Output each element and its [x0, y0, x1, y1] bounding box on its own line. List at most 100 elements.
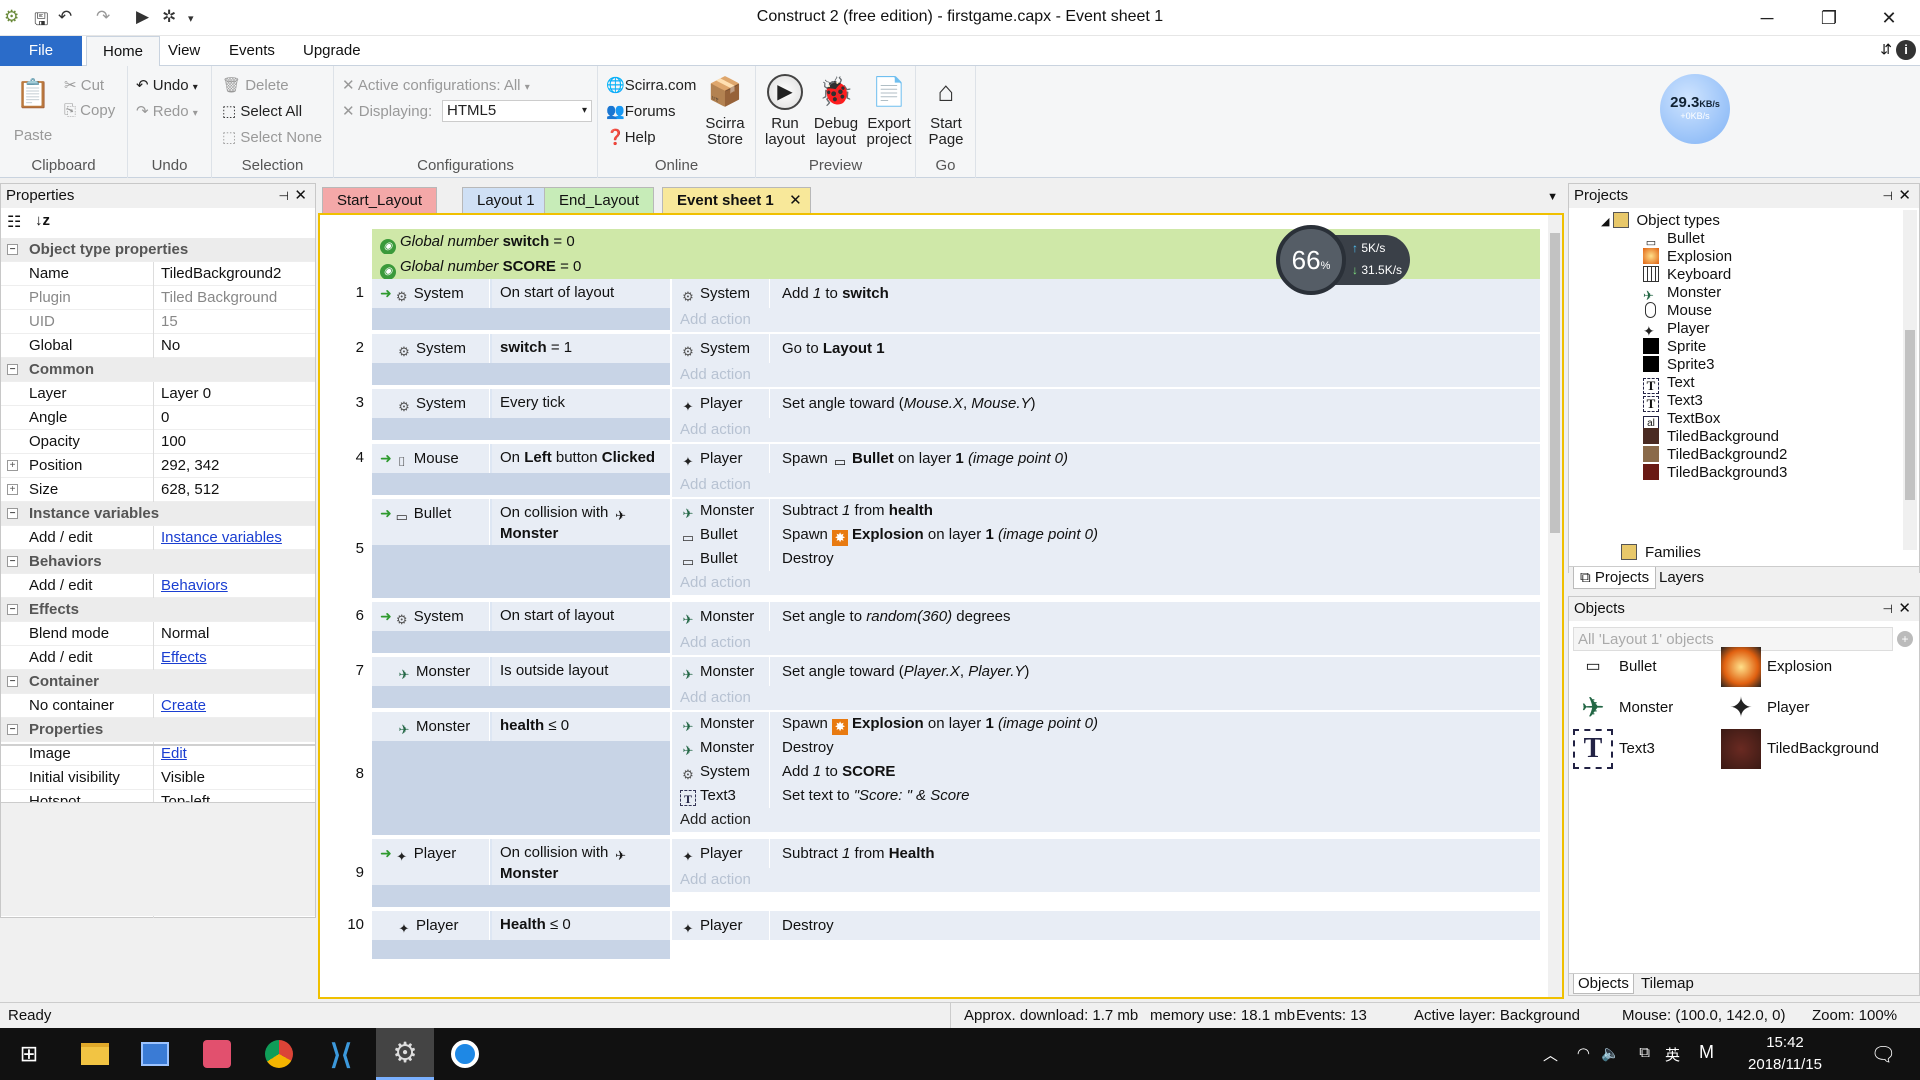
action-row[interactable]: ✈ Monster Destroy	[672, 736, 1540, 760]
scirra-link[interactable]: 🌐Scirra.com	[606, 76, 696, 94]
tray-expand-icon[interactable]: ︿	[1543, 1044, 1558, 1065]
property-value[interactable]: Behaviors	[161, 574, 228, 598]
scroll-thumb[interactable]	[1905, 330, 1915, 500]
collapse-icon[interactable]: −	[7, 604, 18, 615]
scirra-store-button[interactable]: 📦 Scirra Store	[700, 72, 750, 148]
property-value[interactable]: Create	[161, 694, 206, 718]
event-block[interactable]: 6 ➜ ⚙ System On start of layout ✈ Monster Set a…	[320, 602, 1540, 655]
property-row[interactable]: Add / edit Behaviors	[1, 574, 315, 598]
clock-time[interactable]: 15:42	[1740, 1034, 1830, 1051]
condition-row[interactable]: ⚙ System switch = 1	[372, 334, 670, 363]
event-block[interactable]: 2 ⚙ System switch = 1 ⚙ System Go to Layout 1 A…	[320, 334, 1540, 387]
info-icon[interactable]: i	[1896, 40, 1916, 60]
object-type-item[interactable]: TiledBackground3	[1643, 462, 1787, 484]
families-folder[interactable]: Families	[1621, 542, 1701, 564]
action-row[interactable]: ✦ Player Set angle toward (Mouse.X, Mouse.…	[672, 389, 1540, 418]
property-category[interactable]: − Common	[1, 358, 315, 382]
close-icon[interactable]: ✕	[1898, 597, 1911, 621]
tab-tilemap[interactable]: Tilemap	[1637, 974, 1698, 994]
object-item[interactable]: TiledBackground	[1721, 729, 1879, 770]
collapse-icon[interactable]: −	[7, 556, 18, 567]
add-object-icon[interactable]: +	[1897, 631, 1913, 647]
tab-upgrade[interactable]: Upgrade	[287, 36, 377, 66]
notification-icon[interactable]: 🗨	[1871, 1042, 1896, 1067]
collapse-icon[interactable]: −	[7, 676, 18, 687]
close-icon[interactable]: ✕	[1898, 184, 1911, 208]
property-row[interactable]: No container Create	[1, 694, 315, 718]
tab-list-icon[interactable]: ▼	[1547, 191, 1558, 203]
pin-icon[interactable]: ⊣	[1883, 597, 1893, 621]
event-block[interactable]: 9 ➜ ✦ Player On collision with ✈ Monster ✦ Play…	[320, 839, 1540, 909]
action-row[interactable]: ✦ Player Destroy	[672, 911, 1540, 940]
action-row[interactable]: ▭ Bullet Destroy	[672, 547, 1540, 571]
paste-button[interactable]: 📋 Paste	[8, 74, 58, 144]
condition-row[interactable]: ✈ Monster Is outside layout	[372, 657, 670, 686]
property-row[interactable]: Add / edit Effects	[1, 646, 315, 670]
property-category[interactable]: − Container	[1, 670, 315, 694]
add-action-button[interactable]: Add action	[672, 418, 1540, 442]
tab-file[interactable]: File	[0, 36, 82, 66]
tab-home[interactable]: Home	[86, 36, 161, 67]
condition-row[interactable]: ✦ Player Health ≤ 0	[372, 911, 670, 940]
start-page-button[interactable]: ⌂ Start Page	[920, 72, 972, 148]
collapse-icon[interactable]: −	[7, 244, 18, 255]
cut-button[interactable]: ✂ Cut	[64, 76, 104, 94]
event-block[interactable]: 4 ➜ ⌷ Mouse On Left button Clicked ✦ Player Spa…	[320, 444, 1540, 497]
undo-button[interactable]: ↶ Undo ▾	[136, 76, 198, 94]
wifi-icon[interactable]: ◠	[1577, 1044, 1590, 1062]
property-category[interactable]: − Instance variables	[1, 502, 315, 526]
tab-view[interactable]: View	[152, 36, 216, 66]
property-row[interactable]: Add / edit Instance variables	[1, 526, 315, 550]
action-row[interactable]: ✈ Monster Subtract 1 from health	[672, 499, 1540, 523]
app-window-icon[interactable]	[132, 1034, 178, 1074]
property-category[interactable]: − Effects	[1, 598, 315, 622]
object-item[interactable]: ▭ Bullet	[1573, 647, 1656, 687]
property-row[interactable]: Opacity 100	[1, 430, 315, 454]
action-row[interactable]: ✦ Player Spawn ▭ Bullet on layer 1 (image p…	[672, 444, 1540, 473]
pin-icon[interactable]: ⊣	[279, 184, 289, 208]
browser-q-icon[interactable]	[442, 1034, 488, 1074]
condition-row[interactable]: ➜ ✦ Player On collision with ✈ Monster	[372, 839, 670, 885]
tab-event-sheet-1[interactable]: Event sheet 1 ✕	[662, 187, 811, 213]
property-category[interactable]: − Object type properties	[1, 238, 315, 262]
close-icon[interactable]: ✕	[294, 184, 307, 208]
property-category[interactable]: − Behaviors	[1, 550, 315, 574]
property-value[interactable]: Effects	[161, 646, 207, 670]
object-item[interactable]: ✈ Monster	[1573, 688, 1673, 728]
redo-button[interactable]: ↷ Redo ▾	[136, 102, 198, 120]
event-block[interactable]: 1 ➜ ⚙ System On start of layout ⚙ System Add 1 …	[320, 279, 1540, 332]
property-row[interactable]: Initial visibility Visible	[1, 766, 315, 790]
tab-layers[interactable]: Layers	[1653, 567, 1710, 589]
copy-button[interactable]: ⎘ Copy	[64, 102, 115, 119]
construct2-taskbar-icon[interactable]: ⚙	[376, 1028, 434, 1080]
select-none-button[interactable]: ⬚ Select None	[222, 128, 322, 146]
minimize-button[interactable]: ─	[1744, 4, 1790, 32]
ime-indicator[interactable]: 英	[1665, 1044, 1680, 1065]
event-sheet[interactable]: ◉ Global number switch = 0 ◉ Global number…	[318, 213, 1564, 999]
property-row[interactable]: Blend mode Normal	[1, 622, 315, 646]
close-tab-icon[interactable]: ✕	[789, 188, 802, 214]
expand-icon[interactable]: +	[7, 460, 18, 471]
action-row[interactable]: ✦ Player Subtract 1 from Health	[672, 839, 1540, 868]
chrome-icon[interactable]	[256, 1034, 302, 1074]
ribbon-collapse-icon[interactable]: ⇵	[1880, 41, 1892, 58]
property-row[interactable]: Name TiledBackground2	[1, 262, 315, 286]
add-action-button[interactable]: Add action	[672, 363, 1540, 387]
tab-projects[interactable]: ⧉ Projects	[1573, 567, 1657, 589]
action-row[interactable]: ✈ Monster Set angle to random(360) degrees	[672, 602, 1540, 631]
pin-icon[interactable]: ⊣	[1883, 184, 1893, 208]
add-action-button[interactable]: Add action	[672, 631, 1540, 655]
select-all-button[interactable]: ⬚ Select All	[222, 102, 302, 120]
property-category[interactable]: − Properties	[1, 718, 315, 742]
add-action-button[interactable]: Add action	[672, 808, 1540, 832]
add-action-button[interactable]: Add action	[672, 308, 1540, 332]
property-row[interactable]: Plugin Tiled Background	[1, 286, 315, 310]
add-action-button[interactable]: Add action	[672, 473, 1540, 497]
event-block[interactable]: 8 ✈ Monster health ≤ 0 ✈ Monster Spawn ✸ Explos…	[320, 712, 1540, 837]
projects-scrollbar[interactable]	[1903, 210, 1917, 550]
condition-row[interactable]: ➜ ⚙ System On start of layout	[372, 602, 670, 631]
add-action-button[interactable]: Add action	[672, 686, 1540, 710]
expand-icon[interactable]: +	[7, 484, 18, 495]
property-row[interactable]: + Size 628, 512	[1, 478, 315, 502]
action-row[interactable]: ✈ Monster Set angle toward (Player.X, Play…	[672, 657, 1540, 686]
